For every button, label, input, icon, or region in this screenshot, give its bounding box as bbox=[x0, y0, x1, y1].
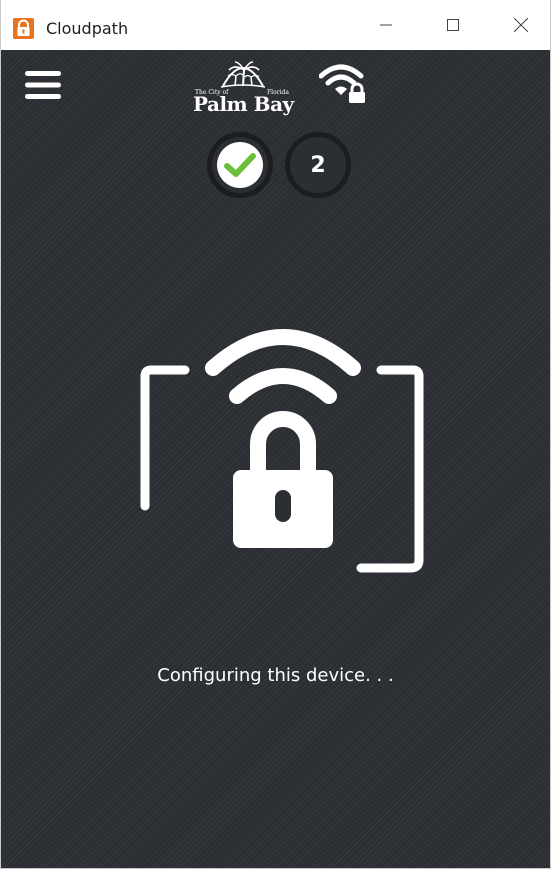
minimize-icon bbox=[380, 24, 392, 26]
hamburger-menu-icon[interactable] bbox=[25, 70, 61, 100]
maximize-button[interactable] bbox=[430, 0, 476, 50]
palm-bay-logo: The City of Florida Palm Bay bbox=[189, 56, 299, 116]
title-bar[interactable]: Cloudpath bbox=[1, 0, 550, 50]
step-1-completed bbox=[207, 132, 273, 198]
minimize-button[interactable] bbox=[363, 0, 409, 50]
window-title: Cloudpath bbox=[46, 19, 129, 38]
wifi-lock-icon bbox=[319, 64, 365, 103]
step-2-current: 2 bbox=[285, 132, 351, 198]
palm-tree-emblem-icon bbox=[220, 61, 266, 88]
progress-steps: 2 bbox=[207, 132, 357, 200]
wifi-lock-illustration bbox=[140, 329, 424, 573]
step-2-number: 2 bbox=[310, 152, 326, 178]
status-message: Configuring this device. . . bbox=[157, 665, 394, 686]
logo-palm-bay-text: Palm Bay bbox=[193, 92, 294, 116]
checkmark-icon bbox=[224, 153, 256, 177]
app-content: The City of Florida Palm Bay 2 Configuri… bbox=[1, 50, 550, 868]
maximize-icon bbox=[447, 19, 459, 31]
close-icon bbox=[514, 18, 528, 32]
app-window: Cloudpath The City of Florida Palm Bay 2… bbox=[0, 0, 551, 869]
close-button[interactable] bbox=[498, 0, 544, 50]
cloudpath-app-icon bbox=[13, 18, 34, 39]
